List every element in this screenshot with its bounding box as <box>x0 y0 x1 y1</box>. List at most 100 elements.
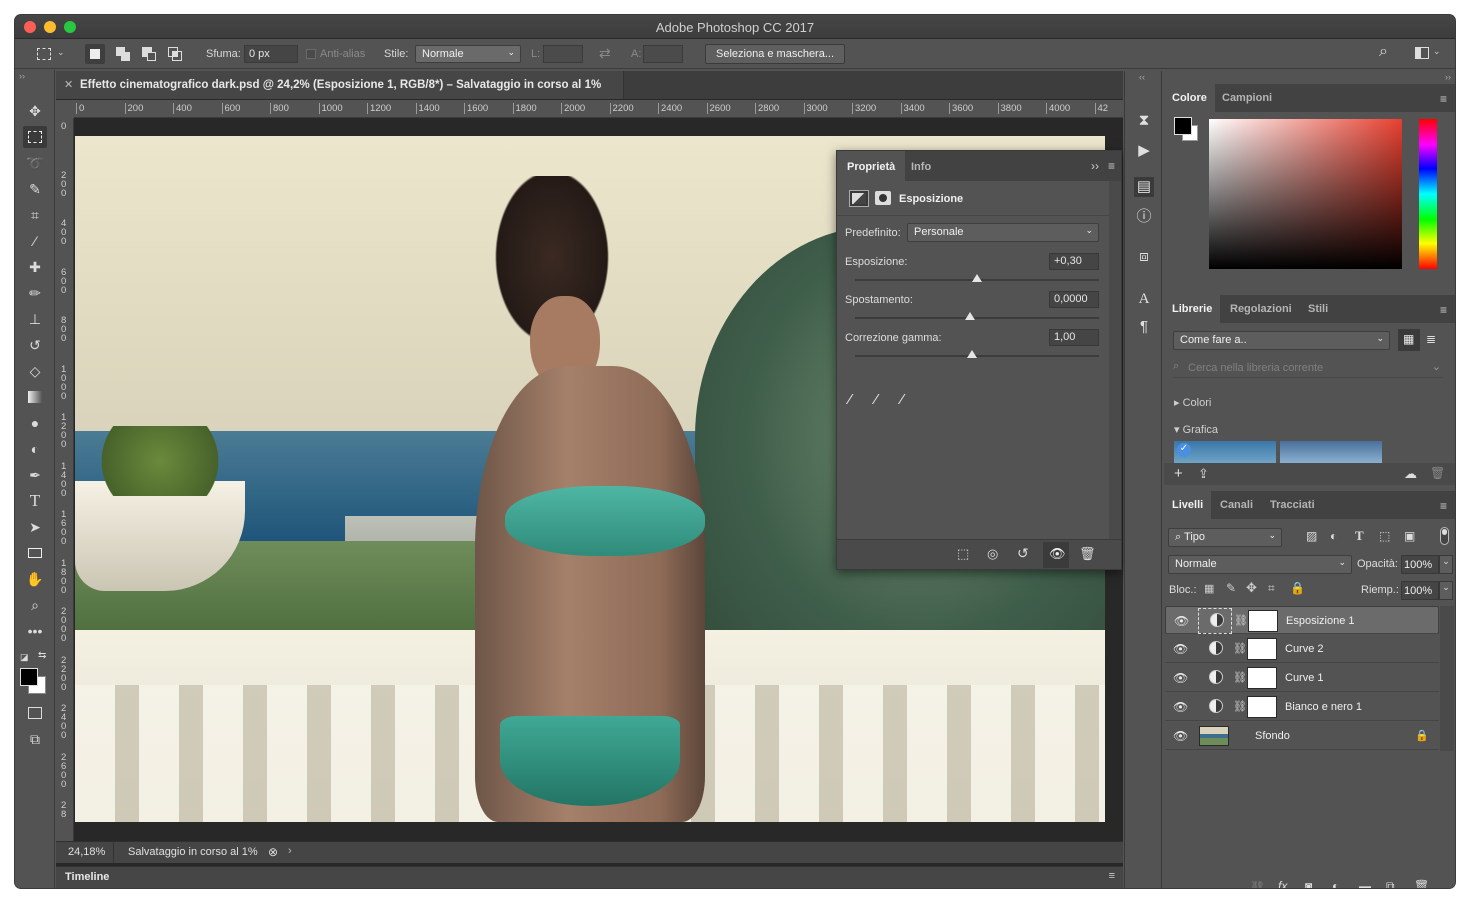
gamma-value-input[interactable]: 1,00 <box>1049 329 1099 346</box>
brush-tool-icon[interactable]: ✏ <box>23 282 47 304</box>
adjustment-filter-icon[interactable]: ◐ <box>1330 529 1337 543</box>
gamma-slider-track[interactable] <box>855 350 1099 358</box>
grid-view-button[interactable]: ▦ <box>1398 329 1420 351</box>
add-selection-icon[interactable] <box>113 44 133 64</box>
opacity-dropdown-icon[interactable]: ⌄ <box>1439 555 1453 574</box>
tab-swatches[interactable]: Campioni <box>1214 84 1280 112</box>
delete-icon[interactable]: 🗑 <box>1430 466 1445 480</box>
new-selection-icon[interactable] <box>85 44 105 64</box>
properties-scrollbar[interactable] <box>1109 181 1121 541</box>
close-tab-icon[interactable]: ✕ <box>64 78 73 91</box>
view-previous-icon[interactable]: ◎ <box>987 546 998 562</box>
history-panel-icon[interactable]: ⧗ <box>1134 111 1154 131</box>
pen-tool-icon[interactable]: ✒ <box>23 464 47 486</box>
list-view-icon[interactable]: ≣ <box>1426 332 1436 346</box>
layer-mask-thumbnail[interactable] <box>1247 667 1277 689</box>
toggle-visibility-button[interactable]: 👁 <box>1043 542 1069 568</box>
subtract-selection-icon[interactable] <box>139 44 159 64</box>
workspace-icon[interactable]: ⌄ <box>1413 44 1443 64</box>
lock-pixels-icon[interactable]: ✎ <box>1226 581 1236 595</box>
add-content-icon[interactable]: + <box>1174 465 1183 482</box>
vertical-ruler[interactable]: 0 200 400 600 800 1000 1200 1400 1600 1800 2000 220… <box>56 118 74 841</box>
exposure-slider-track[interactable] <box>855 274 1099 282</box>
antialias-checkbox[interactable] <box>306 49 316 59</box>
chevron-right-icon[interactable]: › <box>288 845 292 857</box>
layer-row[interactable]: 👁 ⛓ Esposizione 1 <box>1165 606 1439 634</box>
style-select[interactable]: Normale ⌄ <box>415 45 521 63</box>
reset-icon[interactable]: ↺ <box>1017 545 1029 562</box>
layer-row[interactable]: 👁 Sfondo 🔒 <box>1165 722 1439 750</box>
colors-section[interactable]: ▸ Colori <box>1174 396 1211 409</box>
timeline-panel-tab[interactable]: Timeline ≡ <box>56 866 1123 888</box>
info-panel-icon[interactable]: ⓘ <box>1134 207 1154 227</box>
clip-to-layer-icon[interactable]: ⬚ <box>957 546 969 562</box>
hue-slider[interactable] <box>1419 119 1437 269</box>
height-input[interactable] <box>643 45 683 63</box>
new-group-icon[interactable]: ▬ <box>1359 879 1371 888</box>
properties-menu-icon[interactable]: ≡ <box>1108 159 1115 173</box>
delete-icon[interactable]: 🗑 <box>1079 546 1096 562</box>
healing-brush-tool-icon[interactable]: ✚ <box>23 256 47 278</box>
collapse-icon[interactable]: ›› <box>19 71 25 81</box>
horizontal-ruler[interactable]: 0 200 400 600 800 1000 1200 1400 1600 1800 2000 220… <box>74 100 1123 118</box>
collapse-panel-icon[interactable]: ›› <box>1091 159 1099 173</box>
pixel-filter-icon[interactable]: ▨ <box>1306 529 1317 543</box>
brush-presets-icon[interactable]: ⧈ <box>1134 247 1154 267</box>
lasso-tool-icon[interactable]: ➰ <box>23 152 47 174</box>
collapse-dock-icon[interactable]: ›› <box>1445 72 1451 82</box>
zoom-tool-icon[interactable]: ⌕ <box>23 594 47 616</box>
link-icon[interactable]: ⛓ <box>1233 700 1247 713</box>
marquee-preset-icon[interactable]: ⌄ <box>35 44 69 64</box>
lock-transparent-icon[interactable]: ▦ <box>1204 582 1214 595</box>
layer-row[interactable]: 👁 ⛓ Curve 2 <box>1165 635 1439 663</box>
feather-input[interactable]: 0 px <box>244 45 298 63</box>
layer-style-icon[interactable]: fx <box>1278 879 1287 888</box>
link-icon[interactable]: ⛓ <box>1233 642 1247 655</box>
default-colors-icon[interactable]: ◪ <box>20 652 29 663</box>
tab-adjustments[interactable]: Regolazioni <box>1222 295 1300 323</box>
width-input[interactable] <box>543 45 583 63</box>
foreground-color-chip[interactable] <box>1174 117 1192 135</box>
background-layer-thumbnail[interactable] <box>1199 726 1229 746</box>
offset-slider-thumb[interactable] <box>964 312 975 320</box>
offset-value-input[interactable]: 0,0000 <box>1049 291 1099 308</box>
tab-channels[interactable]: Canali <box>1212 491 1261 519</box>
library-select[interactable]: Come fare a.. ⌄ <box>1173 331 1390 350</box>
tab-properties[interactable]: Proprietà <box>837 151 906 181</box>
delete-layer-icon[interactable]: 🗑 <box>1414 879 1429 888</box>
exposure-value-input[interactable]: +0,30 <box>1049 253 1099 270</box>
exposure-icon[interactable] <box>849 190 869 207</box>
add-mask-icon[interactable]: ◙ <box>1305 879 1312 888</box>
tab-styles[interactable]: Stili <box>1300 295 1336 323</box>
eye-icon[interactable]: 👁 <box>1173 671 1188 685</box>
eye-icon[interactable]: 👁 <box>1174 614 1189 628</box>
color-field[interactable] <box>1209 119 1402 269</box>
tab-color[interactable]: Colore <box>1164 84 1215 112</box>
type-filter-icon[interactable]: T <box>1355 528 1364 544</box>
swap-icon[interactable]: ⇄ <box>599 45 611 62</box>
ruler-corner[interactable] <box>56 100 74 118</box>
intersect-selection-icon[interactable] <box>165 44 185 64</box>
color-menu-icon[interactable]: ≡ <box>1440 92 1447 106</box>
more-tools-icon[interactable]: ••• <box>23 620 47 642</box>
eye-icon[interactable]: 👁 <box>1173 700 1188 714</box>
eraser-tool-icon[interactable]: ◇ <box>23 360 47 382</box>
white-point-eyedropper-icon[interactable]: ⁄ <box>901 391 904 408</box>
lock-artboard-icon[interactable]: ⌗ <box>1268 581 1275 596</box>
library-search-field[interactable]: ⌕ Cerca nella libreria corrente ⌄ <box>1173 360 1443 378</box>
libraries-menu-icon[interactable]: ≡ <box>1440 303 1447 317</box>
graphic-thumbnail[interactable]: ✓ <box>1174 441 1276 463</box>
path-selection-tool-icon[interactable]: ➤ <box>23 516 47 538</box>
tab-info[interactable]: Info <box>901 151 941 181</box>
actions-panel-icon[interactable]: ▶ <box>1134 141 1154 161</box>
eye-icon[interactable]: 👁 <box>1173 729 1188 743</box>
fill-input[interactable]: 100% <box>1401 581 1439 600</box>
eye-icon[interactable]: 👁 <box>1173 642 1188 656</box>
character-panel-icon[interactable]: A <box>1134 289 1154 309</box>
lock-all-icon[interactable]: 🔒 <box>1290 581 1305 595</box>
layer-row[interactable]: 👁 ⛓ Curve 1 <box>1165 664 1439 692</box>
paragraph-panel-icon[interactable]: ¶ <box>1134 317 1154 337</box>
preset-select[interactable]: Personale ⌄ <box>907 223 1099 242</box>
lock-position-icon[interactable]: ✥ <box>1246 580 1257 596</box>
gray-point-eyedropper-icon[interactable]: ⁄ <box>875 391 878 408</box>
